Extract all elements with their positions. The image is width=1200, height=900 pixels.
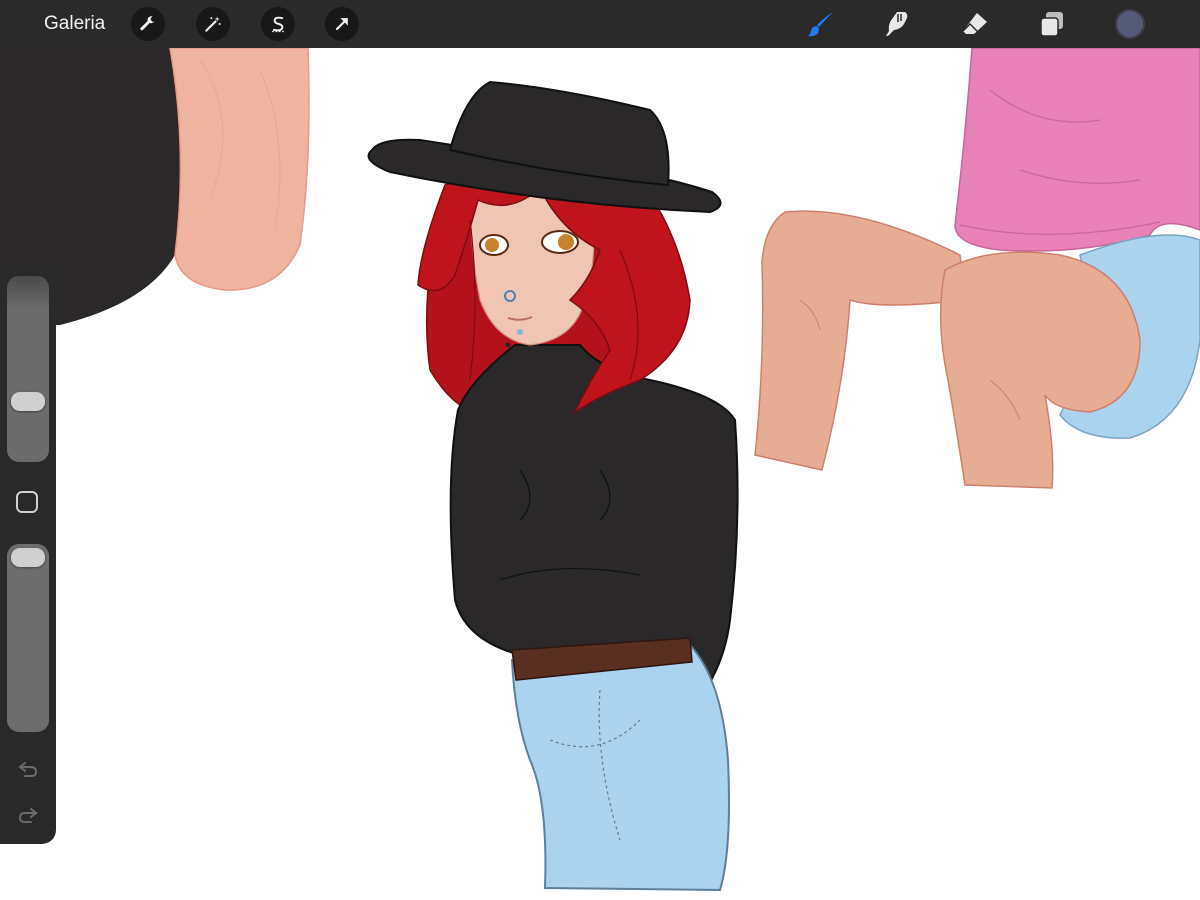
top-toolbar: Galeria — [0, 0, 1200, 48]
brush-icon[interactable] — [803, 6, 839, 42]
modify-square-icon[interactable] — [16, 491, 38, 513]
jeans — [510, 643, 730, 892]
transform-arrow-icon[interactable] — [325, 7, 359, 41]
right-sketch-hoodie — [954, 48, 1200, 252]
left-sidebar — [0, 268, 56, 844]
gallery-button[interactable]: Galeria — [44, 10, 105, 38]
drawing-canvas[interactable] — [0, 48, 1200, 900]
right-sketch-leg-back — [754, 210, 966, 471]
selection-s-icon[interactable] — [261, 7, 295, 41]
actions-wrench-icon[interactable] — [131, 7, 165, 41]
smudge-icon[interactable] — [880, 6, 916, 42]
brush-size-slider[interactable] — [7, 276, 49, 462]
redo-icon[interactable] — [15, 802, 41, 828]
artwork — [0, 48, 1200, 892]
eraser-icon[interactable] — [957, 6, 993, 42]
opacity-slider[interactable] — [7, 544, 49, 732]
right-sketch-leg-front — [939, 251, 1141, 489]
color-picker-swatch[interactable] — [1115, 9, 1145, 39]
procreate-app: Galeria — [0, 0, 1200, 900]
adjustments-magic-wand-icon[interactable] — [196, 7, 230, 41]
layers-icon[interactable] — [1034, 6, 1070, 42]
undo-icon[interactable] — [15, 756, 41, 782]
left-sketch-arm — [169, 48, 310, 291]
opacity-knob[interactable] — [11, 548, 45, 567]
brush-size-knob[interactable] — [11, 392, 45, 411]
